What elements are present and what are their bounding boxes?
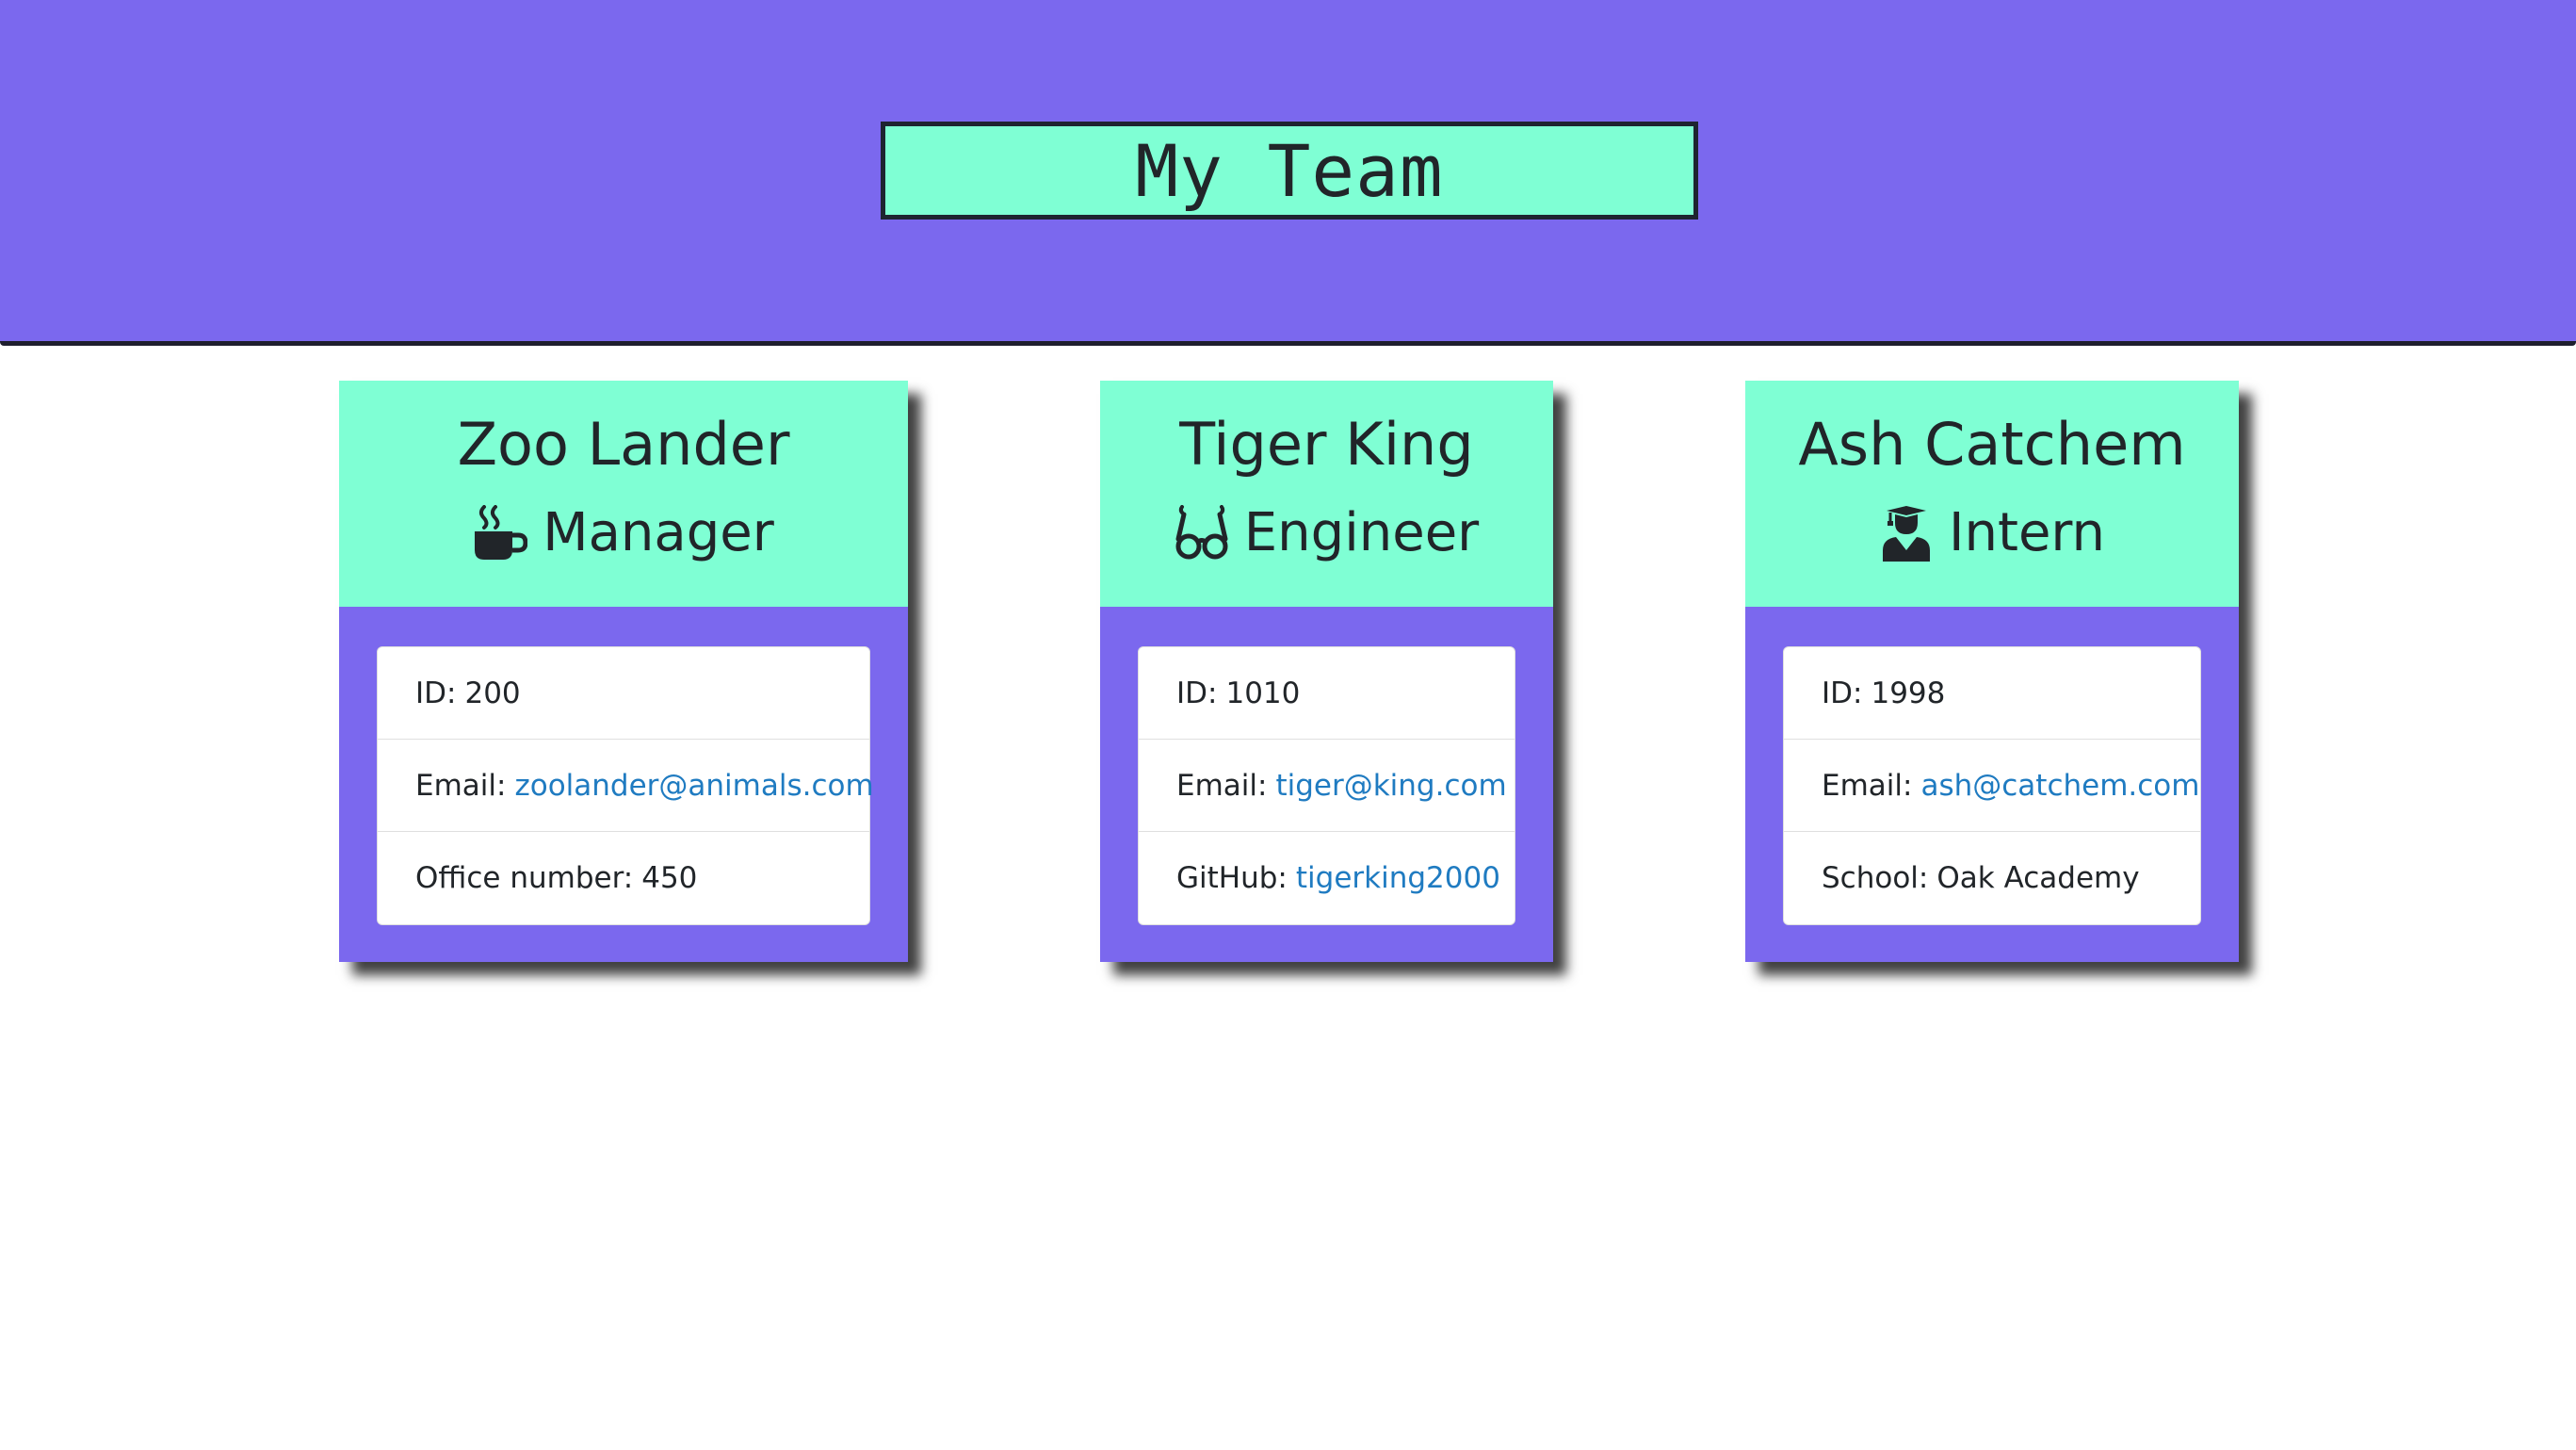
card-header: Tiger King Engineer: [1100, 381, 1553, 607]
id-label: ID:: [1176, 676, 1218, 710]
employee-name: Ash Catchem: [1798, 410, 2186, 479]
list-item-github: GitHub: tigerking2000: [1139, 832, 1515, 924]
school-value: Oak Academy: [1936, 861, 2140, 895]
email-label: Email:: [1176, 768, 1268, 803]
email-label: Email:: [1822, 768, 1913, 803]
list-item-id: ID: 1998: [1784, 647, 2200, 740]
employee-card-manager: Zoo Lander Manager ID: 200 Email: zoolan…: [339, 381, 908, 962]
email-link[interactable]: zoolander@animals.com: [514, 769, 873, 803]
card-header: Ash Catchem Intern: [1745, 381, 2239, 607]
list-item-school: School: Oak Academy: [1784, 832, 2200, 924]
id-label: ID:: [1822, 676, 1863, 710]
graduate-icon: [1883, 506, 1931, 562]
employee-name: Zoo Lander: [457, 410, 790, 479]
employee-details-list: ID: 200 Email: zoolander@animals.com Off…: [377, 646, 874, 925]
glasses-icon: [1175, 505, 1228, 560]
employee-card-intern: Ash Catchem Intern ID: 1998 Email: ash@c…: [1745, 381, 2239, 962]
role-label: Manager: [543, 502, 774, 563]
office-value: 450: [641, 861, 698, 895]
email-link[interactable]: ash@catchem.com: [1920, 769, 2199, 803]
id-value: 1010: [1225, 676, 1301, 710]
list-item-email: Email: zoolander@animals.com: [378, 740, 874, 832]
page-title: My Team: [881, 122, 1698, 220]
list-item-office: Office number: 450: [378, 832, 869, 924]
list-item-id: ID: 1010: [1139, 647, 1515, 740]
list-item-id: ID: 200: [378, 647, 869, 740]
role-label: Intern: [1949, 502, 2105, 563]
card-header: Zoo Lander Manager: [339, 381, 908, 607]
employee-role: Intern: [1745, 496, 2239, 571]
employee-role: Engineer: [1100, 496, 1553, 571]
employee-role: Manager: [339, 496, 908, 571]
id-value: 1998: [1871, 676, 1946, 710]
school-label: School:: [1822, 861, 1929, 895]
role-label: Engineer: [1243, 502, 1480, 563]
list-item-email: Email: ash@catchem.com: [1784, 740, 2200, 832]
office-label: Office number:: [415, 861, 634, 895]
coffee-mug-icon: [475, 505, 528, 560]
email-link[interactable]: tiger@king.com: [1275, 769, 1506, 803]
page-header: My Team: [0, 0, 2576, 346]
employee-name: Tiger King: [1179, 410, 1474, 479]
github-label: GitHub:: [1176, 861, 1288, 895]
employee-details-list: ID: 1998 Email: ash@catchem.com School: …: [1783, 646, 2201, 925]
employee-details-list: ID: 1010 Email: tiger@king.com GitHub: t…: [1138, 646, 1515, 925]
list-item-email: Email: tiger@king.com: [1139, 740, 1515, 832]
email-label: Email:: [415, 768, 507, 803]
github-link[interactable]: tigerking2000: [1296, 861, 1500, 895]
id-label: ID:: [415, 676, 457, 710]
employee-card-engineer: Tiger King Engineer ID: 1010 Email: tige…: [1100, 381, 1553, 962]
id-value: 200: [464, 676, 521, 710]
